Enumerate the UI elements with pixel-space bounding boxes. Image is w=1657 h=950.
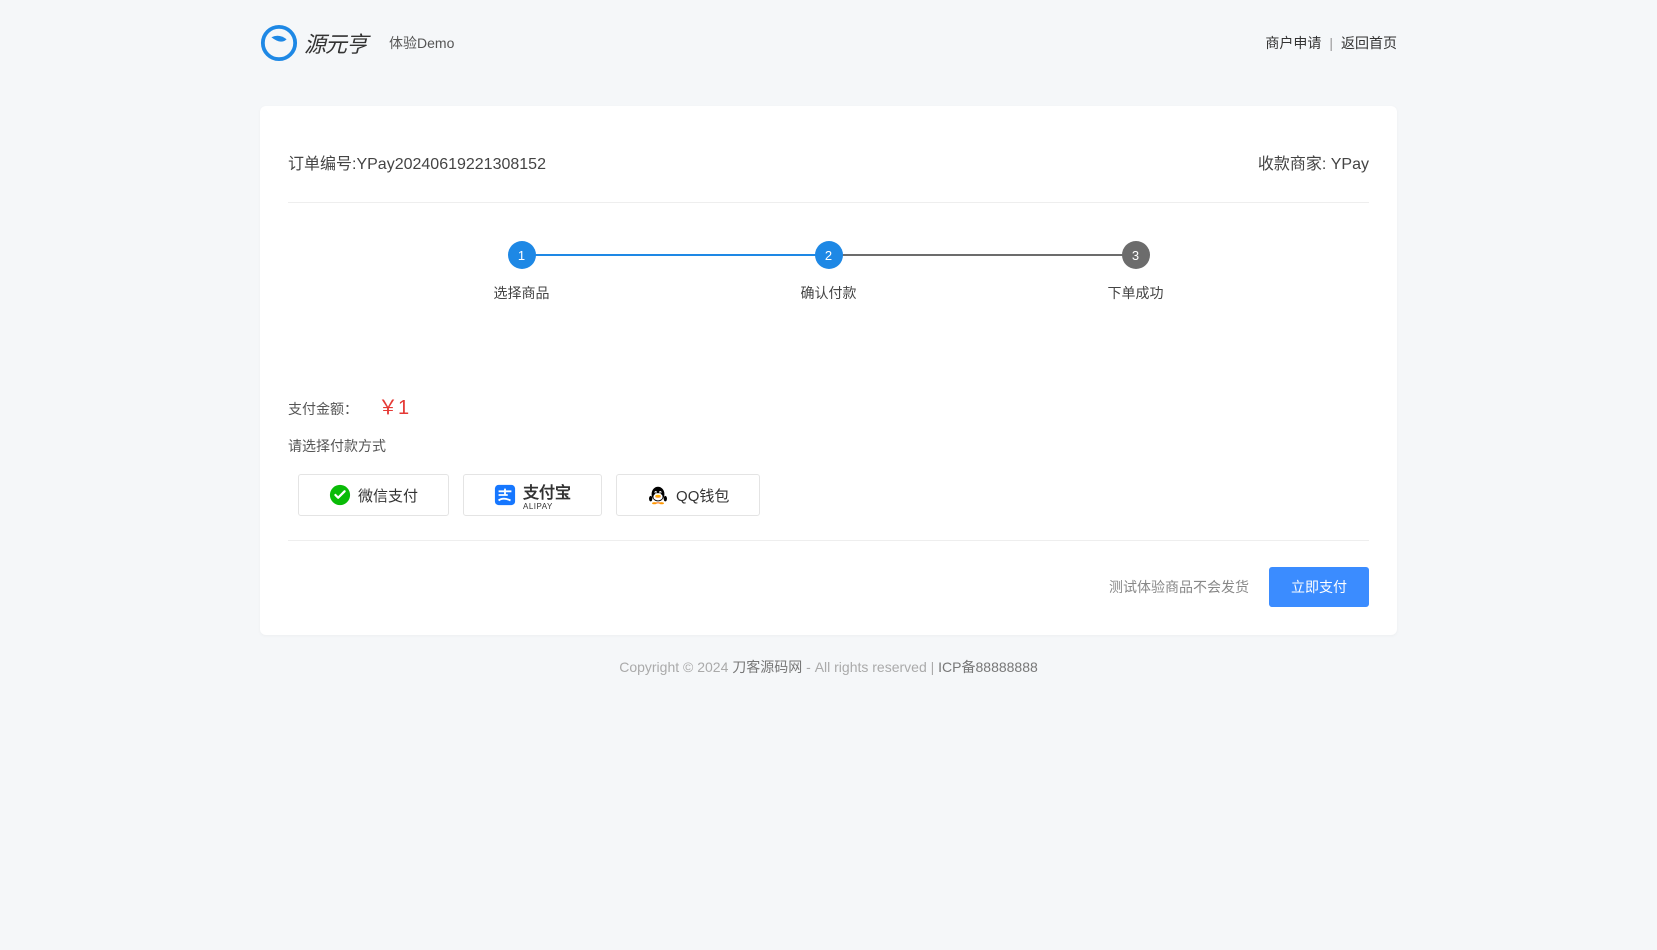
order-number: 订单编号:YPay20240619221308152 [288,150,546,174]
header-left: 源元亨 体验Demo [260,24,454,62]
pay-option-alipay[interactable]: 支付宝 ALIPAY [463,474,602,516]
merchant-name: YPay [1331,156,1369,173]
step-circle-1: 1 [508,241,536,269]
step-circle-2: 2 [815,241,843,269]
step-circle-3: 3 [1122,241,1150,269]
demo-label: 体验Demo [389,33,454,53]
step-2: 2 确认付款 [675,241,982,303]
step-line-1 [522,254,829,256]
back-home-link[interactable]: 返回首页 [1341,33,1397,53]
amount-row: 支付金额： ￥1 [288,391,1369,420]
merchant-label: 收款商家: [1258,156,1326,173]
qq-icon [647,484,669,506]
header-right: 商户申请 | 返回首页 [1265,33,1397,53]
icp-link[interactable]: ICP备88888888 [938,659,1038,675]
alipay-text-group: 支付宝 ALIPAY [523,479,571,511]
amount-label: 支付金额： [288,399,358,419]
step-1: 1 选择商品 [368,241,675,303]
alipay-sub: ALIPAY [523,503,553,511]
qq-label: QQ钱包 [676,485,729,506]
rights-text: - All rights reserved | [802,659,938,675]
shipping-notice: 测试体验商品不会发货 [1109,577,1249,597]
order-no-value: YPay20240619221308152 [356,156,546,173]
header-separator: | [1329,35,1333,51]
alipay-label: 支付宝 [523,479,571,503]
header: 源元亨 体验Demo 商户申请 | 返回首页 [0,0,1657,86]
wechat-icon [329,484,351,506]
pay-option-wechat[interactable]: 微信支付 [298,474,449,516]
step-label-2: 确认付款 [801,283,857,303]
logo-icon [260,24,298,62]
order-no-label: 订单编号: [288,156,356,173]
step-line-2 [829,254,1136,256]
order-info-row: 订单编号:YPay20240619221308152 收款商家: YPay [288,150,1369,174]
logo[interactable]: 源元亨 [260,24,367,62]
progress-steps: 1 选择商品 2 确认付款 3 下单成功 [288,203,1369,351]
pay-option-qq[interactable]: QQ钱包 [616,474,760,516]
wechat-label: 微信支付 [358,485,418,506]
copyright-text: Copyright © 2024 [619,659,732,675]
logo-text: 源元亨 [304,27,367,59]
method-label: 请选择付款方式 [288,436,1369,456]
payment-card: 订单编号:YPay20240619221308152 收款商家: YPay 1 … [260,106,1397,635]
step-label-1: 选择商品 [494,283,550,303]
footer: Copyright © 2024 刀客源码网 - All rights rese… [0,635,1657,699]
merchant-info: 收款商家: YPay [1258,150,1369,174]
step-label-3: 下单成功 [1108,283,1164,303]
payment-methods: 微信支付 支付宝 ALIPAY [288,474,1369,516]
amount-value: ￥1 [378,391,409,420]
pay-now-button[interactable]: 立即支付 [1269,567,1369,607]
merchant-apply-link[interactable]: 商户申请 [1265,33,1321,53]
site-name-link[interactable]: 刀客源码网 [732,659,802,675]
alipay-icon [494,484,516,506]
actions-row: 测试体验商品不会发货 立即支付 [288,541,1369,607]
step-3: 3 下单成功 [982,241,1289,303]
